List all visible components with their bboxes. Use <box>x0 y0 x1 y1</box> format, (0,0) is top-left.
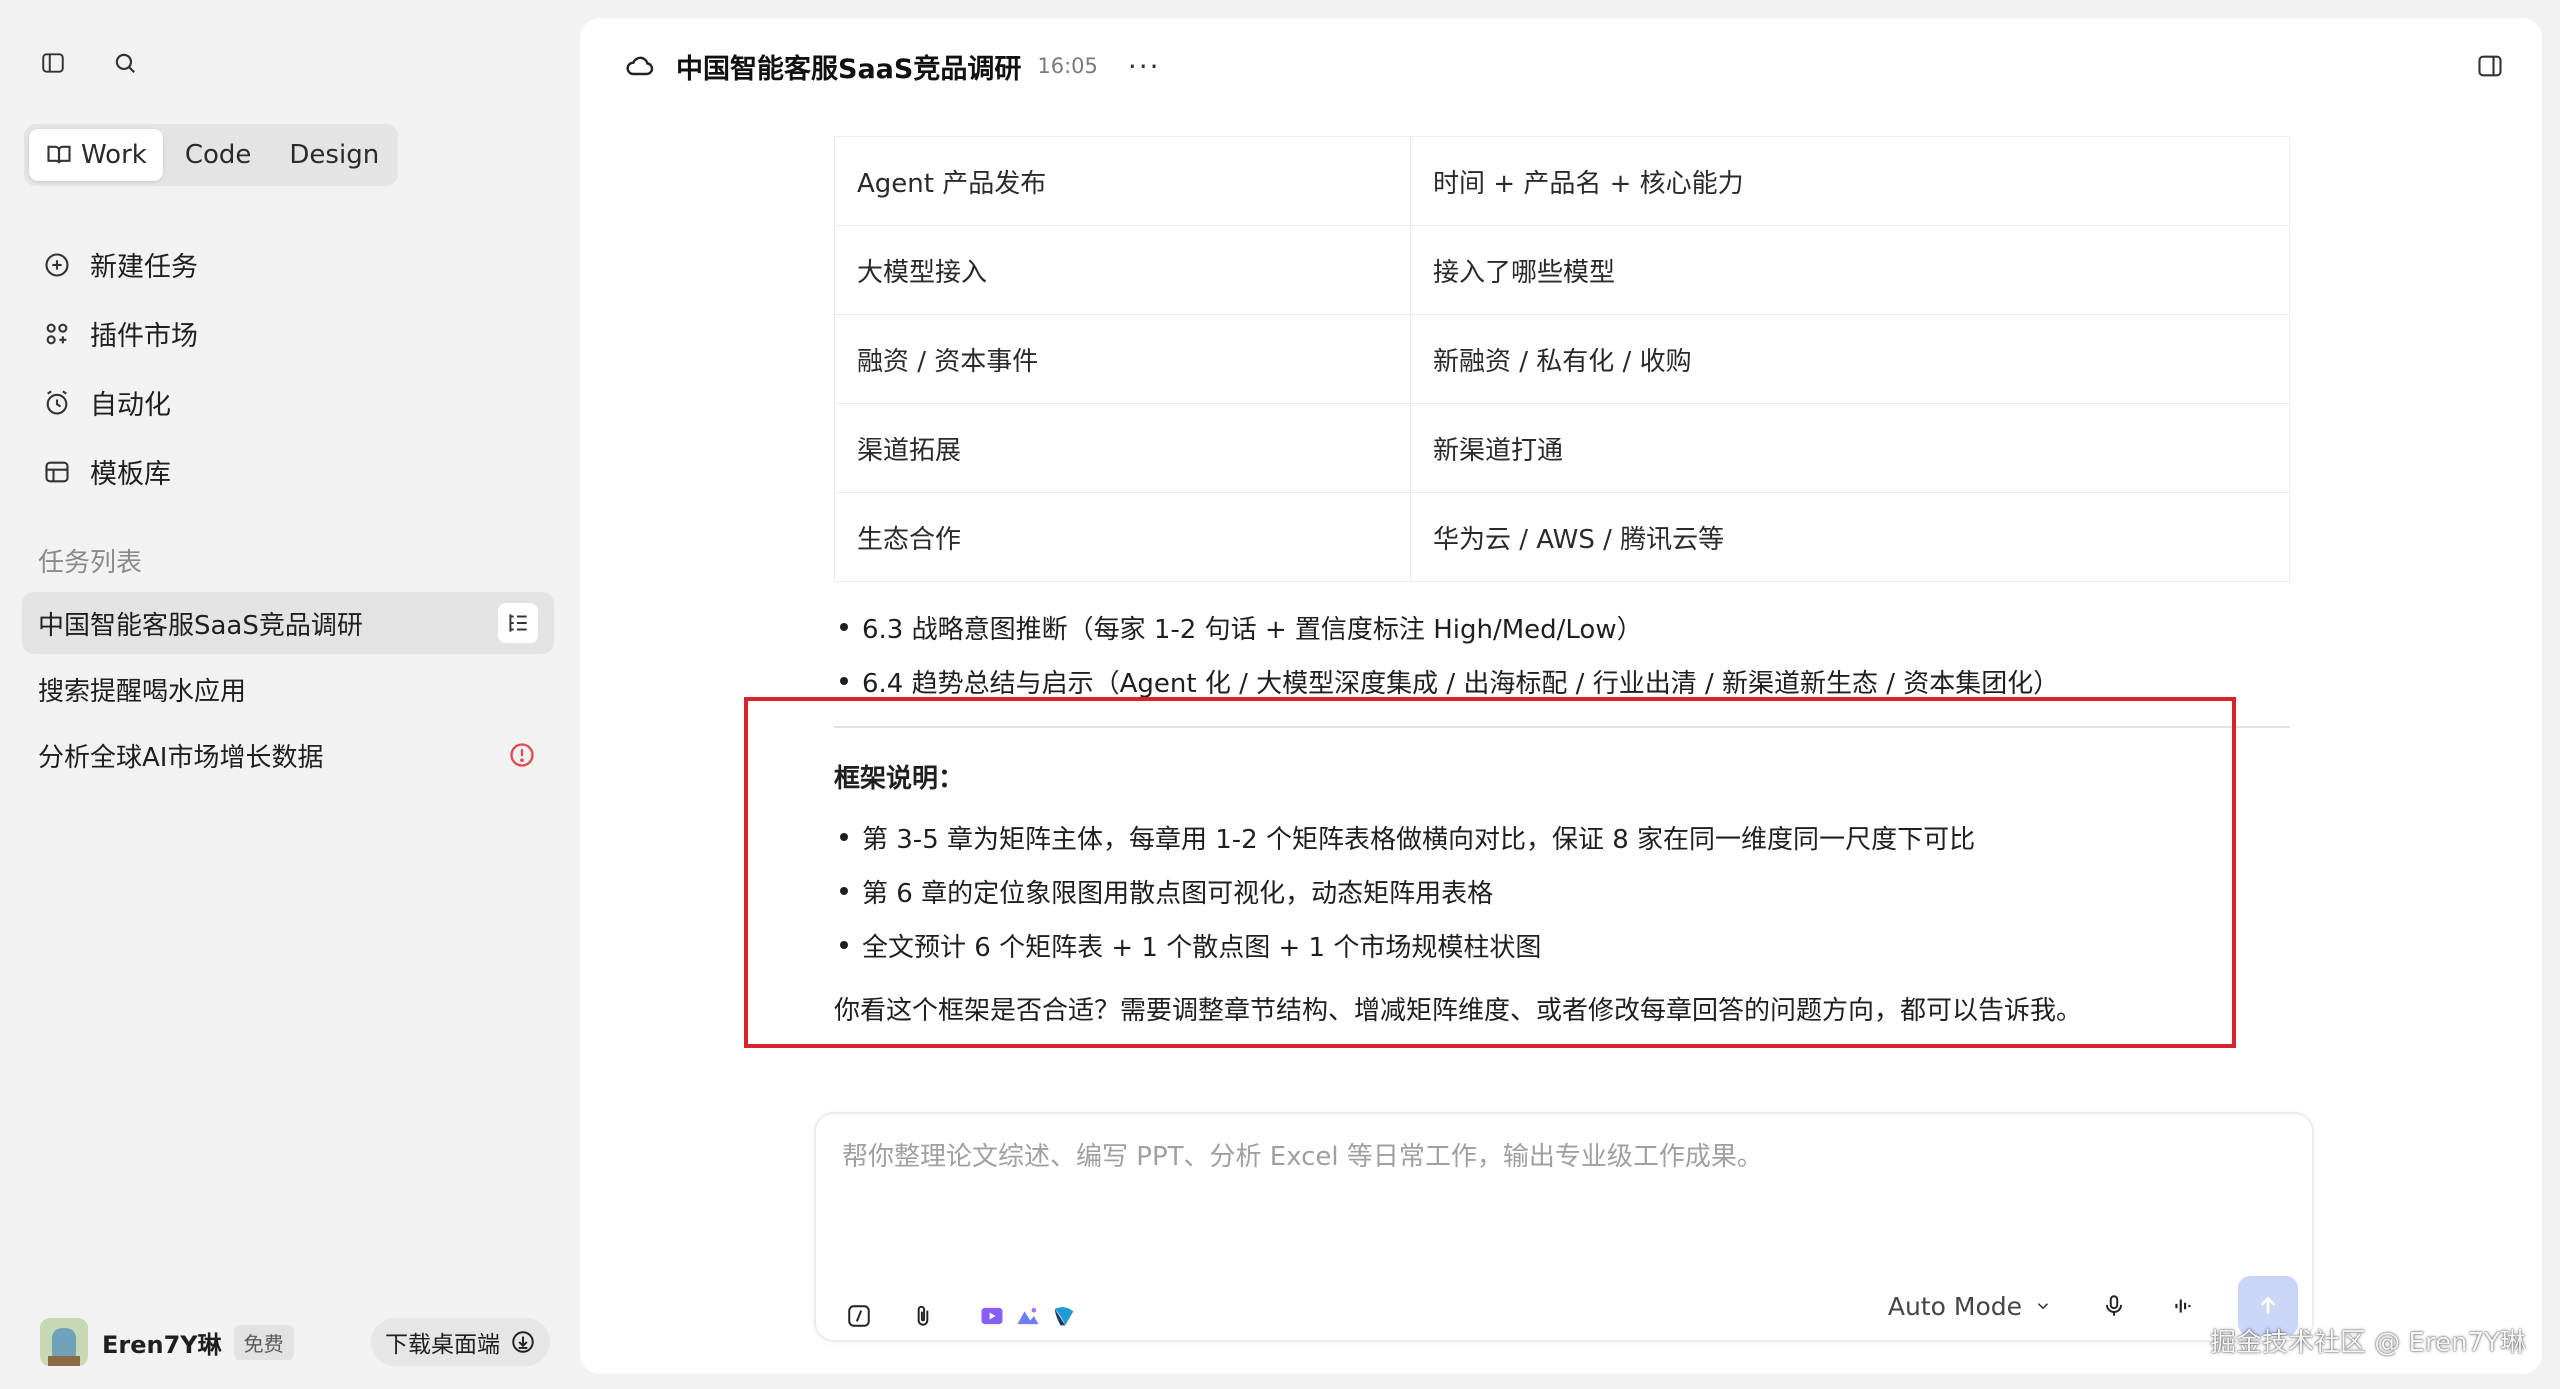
task-item-label: 中国智能客服SaaS竞品调研 <box>38 610 363 641</box>
nav-item-label: 自动化 <box>90 390 171 421</box>
table-cell: 华为云 / AWS / 腾讯云等 <box>1410 492 2290 582</box>
task-list-title: 任务列表 <box>38 548 143 578</box>
task-item[interactable]: 搜索提醒喝水应用 <box>22 658 554 720</box>
plugin-grid-icon <box>40 317 74 351</box>
table-cell: 接入了哪些模型 <box>1410 225 2290 315</box>
watermark: 掘金技术社区 @ Eren7Y琳 <box>2210 1328 2526 1358</box>
chat-title: 中国智能客服SaaS竞品调研 <box>676 53 1022 85</box>
warning-icon <box>506 739 538 771</box>
book-icon <box>45 141 73 169</box>
avatar[interactable] <box>40 1318 88 1366</box>
nav-new-task[interactable]: 新建任务 <box>40 230 198 299</box>
table-cell: 大模型接入 <box>834 225 1411 315</box>
app-icons <box>976 1300 1080 1332</box>
task-list: 中国智能客服SaaS竞品调研 搜索提醒喝水应用 分析全球AI市场增长数据 <box>22 592 554 790</box>
task-outline-button[interactable] <box>498 603 538 643</box>
composer-tools <box>844 1300 1080 1332</box>
alarm-clock-icon <box>40 386 74 420</box>
side-panel-toggle-icon[interactable] <box>2472 48 2508 84</box>
composer: Auto Mode <box>814 1112 2314 1342</box>
nav-plugin-market[interactable]: 插件市场 <box>40 299 198 368</box>
task-item-label: 分析全球AI市场增长数据 <box>38 742 324 773</box>
list-item: 第 6 章的定位象限图用散点图可视化，动态矩阵用表格 <box>834 864 2290 918</box>
table-cell: 融资 / 资本事件 <box>834 314 1411 404</box>
list-item: 全文预计 6 个矩阵表 + 1 个散点图 + 1 个市场规模柱状图 <box>834 918 2290 972</box>
nav-item-label: 新建任务 <box>90 252 198 283</box>
table-cell: 渠道拓展 <box>834 403 1411 493</box>
chat-panel: 中国智能客服SaaS竞品调研 16:05 ··· Agent 产品发布 时间 + … <box>580 18 2542 1374</box>
task-item[interactable]: 分析全球AI市场增长数据 <box>22 724 554 786</box>
prompt-input[interactable] <box>842 1136 2282 1216</box>
template-icon <box>40 455 74 489</box>
plan-badge: 免费 <box>233 1324 294 1360</box>
closing-question: 你看这个框架是否合适？需要调整章节结构、增减矩阵维度、或者修改每章回答的问题方向… <box>834 995 2083 1026</box>
sidebar-nav: 新建任务 插件市场 自动化 模板库 <box>40 230 198 506</box>
mode-switch: Work Code Design <box>24 124 398 186</box>
search-icon[interactable] <box>108 46 142 80</box>
mode-tab-code[interactable]: Code <box>169 129 268 181</box>
sidebar: Work Code Design 新建任务 插件市场 自动化 模板库 任务列表 … <box>0 0 580 1389</box>
microphone-icon[interactable] <box>2098 1290 2130 1322</box>
table-cell: 时间 + 产品名 + 核心能力 <box>1410 136 2290 226</box>
mode-tab-work[interactable]: Work <box>29 129 163 181</box>
image-app-icon[interactable] <box>1012 1300 1044 1332</box>
mode-tab-label: Design <box>289 140 380 170</box>
user-name: Eren7Y琳 <box>102 1330 222 1359</box>
table-row: 融资 / 资本事件 新融资 / 私有化 / 收购 <box>834 314 2290 404</box>
table-cell: Agent 产品发布 <box>834 136 1411 226</box>
list-tree-icon <box>505 610 531 636</box>
mode-tab-label: Code <box>184 140 252 170</box>
table-row: 生态合作 华为云 / AWS / 腾讯云等 <box>834 492 2290 582</box>
mode-dropdown-label: Auto Mode <box>1887 1291 2022 1321</box>
list-item: 6.3 战略意图推断（每家 1-2 句话 + 置信度标注 High/Med/Lo… <box>834 600 2290 654</box>
table-row: 大模型接入 接入了哪些模型 <box>834 225 2290 315</box>
table-row: 渠道拓展 新渠道打通 <box>834 403 2290 493</box>
mode-tab-label: Work <box>81 140 147 170</box>
sidebar-top-icons <box>36 46 142 80</box>
sidebar-toggle-icon[interactable] <box>36 46 70 80</box>
nav-item-label: 模板库 <box>90 459 171 490</box>
download-icon <box>510 1329 536 1355</box>
comparison-table: Agent 产品发布 时间 + 产品名 + 核心能力 大模型接入 接入了哪些模型 融资 … <box>834 136 2290 582</box>
chevron-down-icon <box>2034 1297 2052 1315</box>
mode-tab-design[interactable]: Design <box>273 129 395 181</box>
message-content: Agent 产品发布 时间 + 产品名 + 核心能力 大模型接入 接入了哪些模型 融资 … <box>834 136 2290 1076</box>
divider <box>834 726 2290 728</box>
chat-timestamp: 16:05 <box>1037 54 1098 78</box>
task-item-label: 搜索提醒喝水应用 <box>38 676 247 707</box>
nav-item-label: 插件市场 <box>90 321 198 352</box>
design-app-icon[interactable] <box>1048 1300 1080 1332</box>
download-desktop-button[interactable]: 下载桌面端 <box>371 1318 550 1366</box>
chat-header: 中国智能客服SaaS竞品调研 16:05 ··· <box>622 48 1161 85</box>
download-label: 下载桌面端 <box>385 1332 500 1358</box>
cloud-icon <box>622 48 658 84</box>
nav-automation[interactable]: 自动化 <box>40 368 198 437</box>
mode-dropdown[interactable]: Auto Mode <box>1888 1292 2052 1321</box>
plus-circle-icon <box>40 248 74 282</box>
framework-title: 框架说明： <box>834 764 965 794</box>
table-cell: 新融资 / 私有化 / 收购 <box>1410 314 2290 404</box>
voice-wave-icon[interactable] <box>2168 1290 2200 1322</box>
table-cell: 生态合作 <box>834 492 1411 582</box>
task-item[interactable]: 中国智能客服SaaS竞品调研 <box>22 592 554 654</box>
video-app-icon[interactable] <box>976 1300 1008 1332</box>
user-bar: Eren7Y琳 免费 下载桌面端 <box>40 1316 550 1368</box>
attachment-icon[interactable] <box>908 1301 938 1331</box>
table-cell: 新渠道打通 <box>1410 403 2290 493</box>
list-item: 6.4 趋势总结与启示（Agent 化 / 大模型深度集成 / 出海标配 / 行… <box>834 654 2290 708</box>
nav-template-library[interactable]: 模板库 <box>40 437 198 506</box>
more-options-button[interactable]: ··· <box>1128 50 1161 83</box>
arrow-up-icon <box>2255 1293 2281 1319</box>
table-row: Agent 产品发布 时间 + 产品名 + 核心能力 <box>834 136 2290 226</box>
list-item: 第 3-5 章为矩阵主体，每章用 1-2 个矩阵表格做横向对比，保证 8 家在同… <box>834 810 2290 864</box>
bullet-list: 6.3 战略意图推断（每家 1-2 句话 + 置信度标注 High/Med/Lo… <box>834 600 2290 708</box>
slash-command-icon[interactable] <box>844 1301 874 1331</box>
